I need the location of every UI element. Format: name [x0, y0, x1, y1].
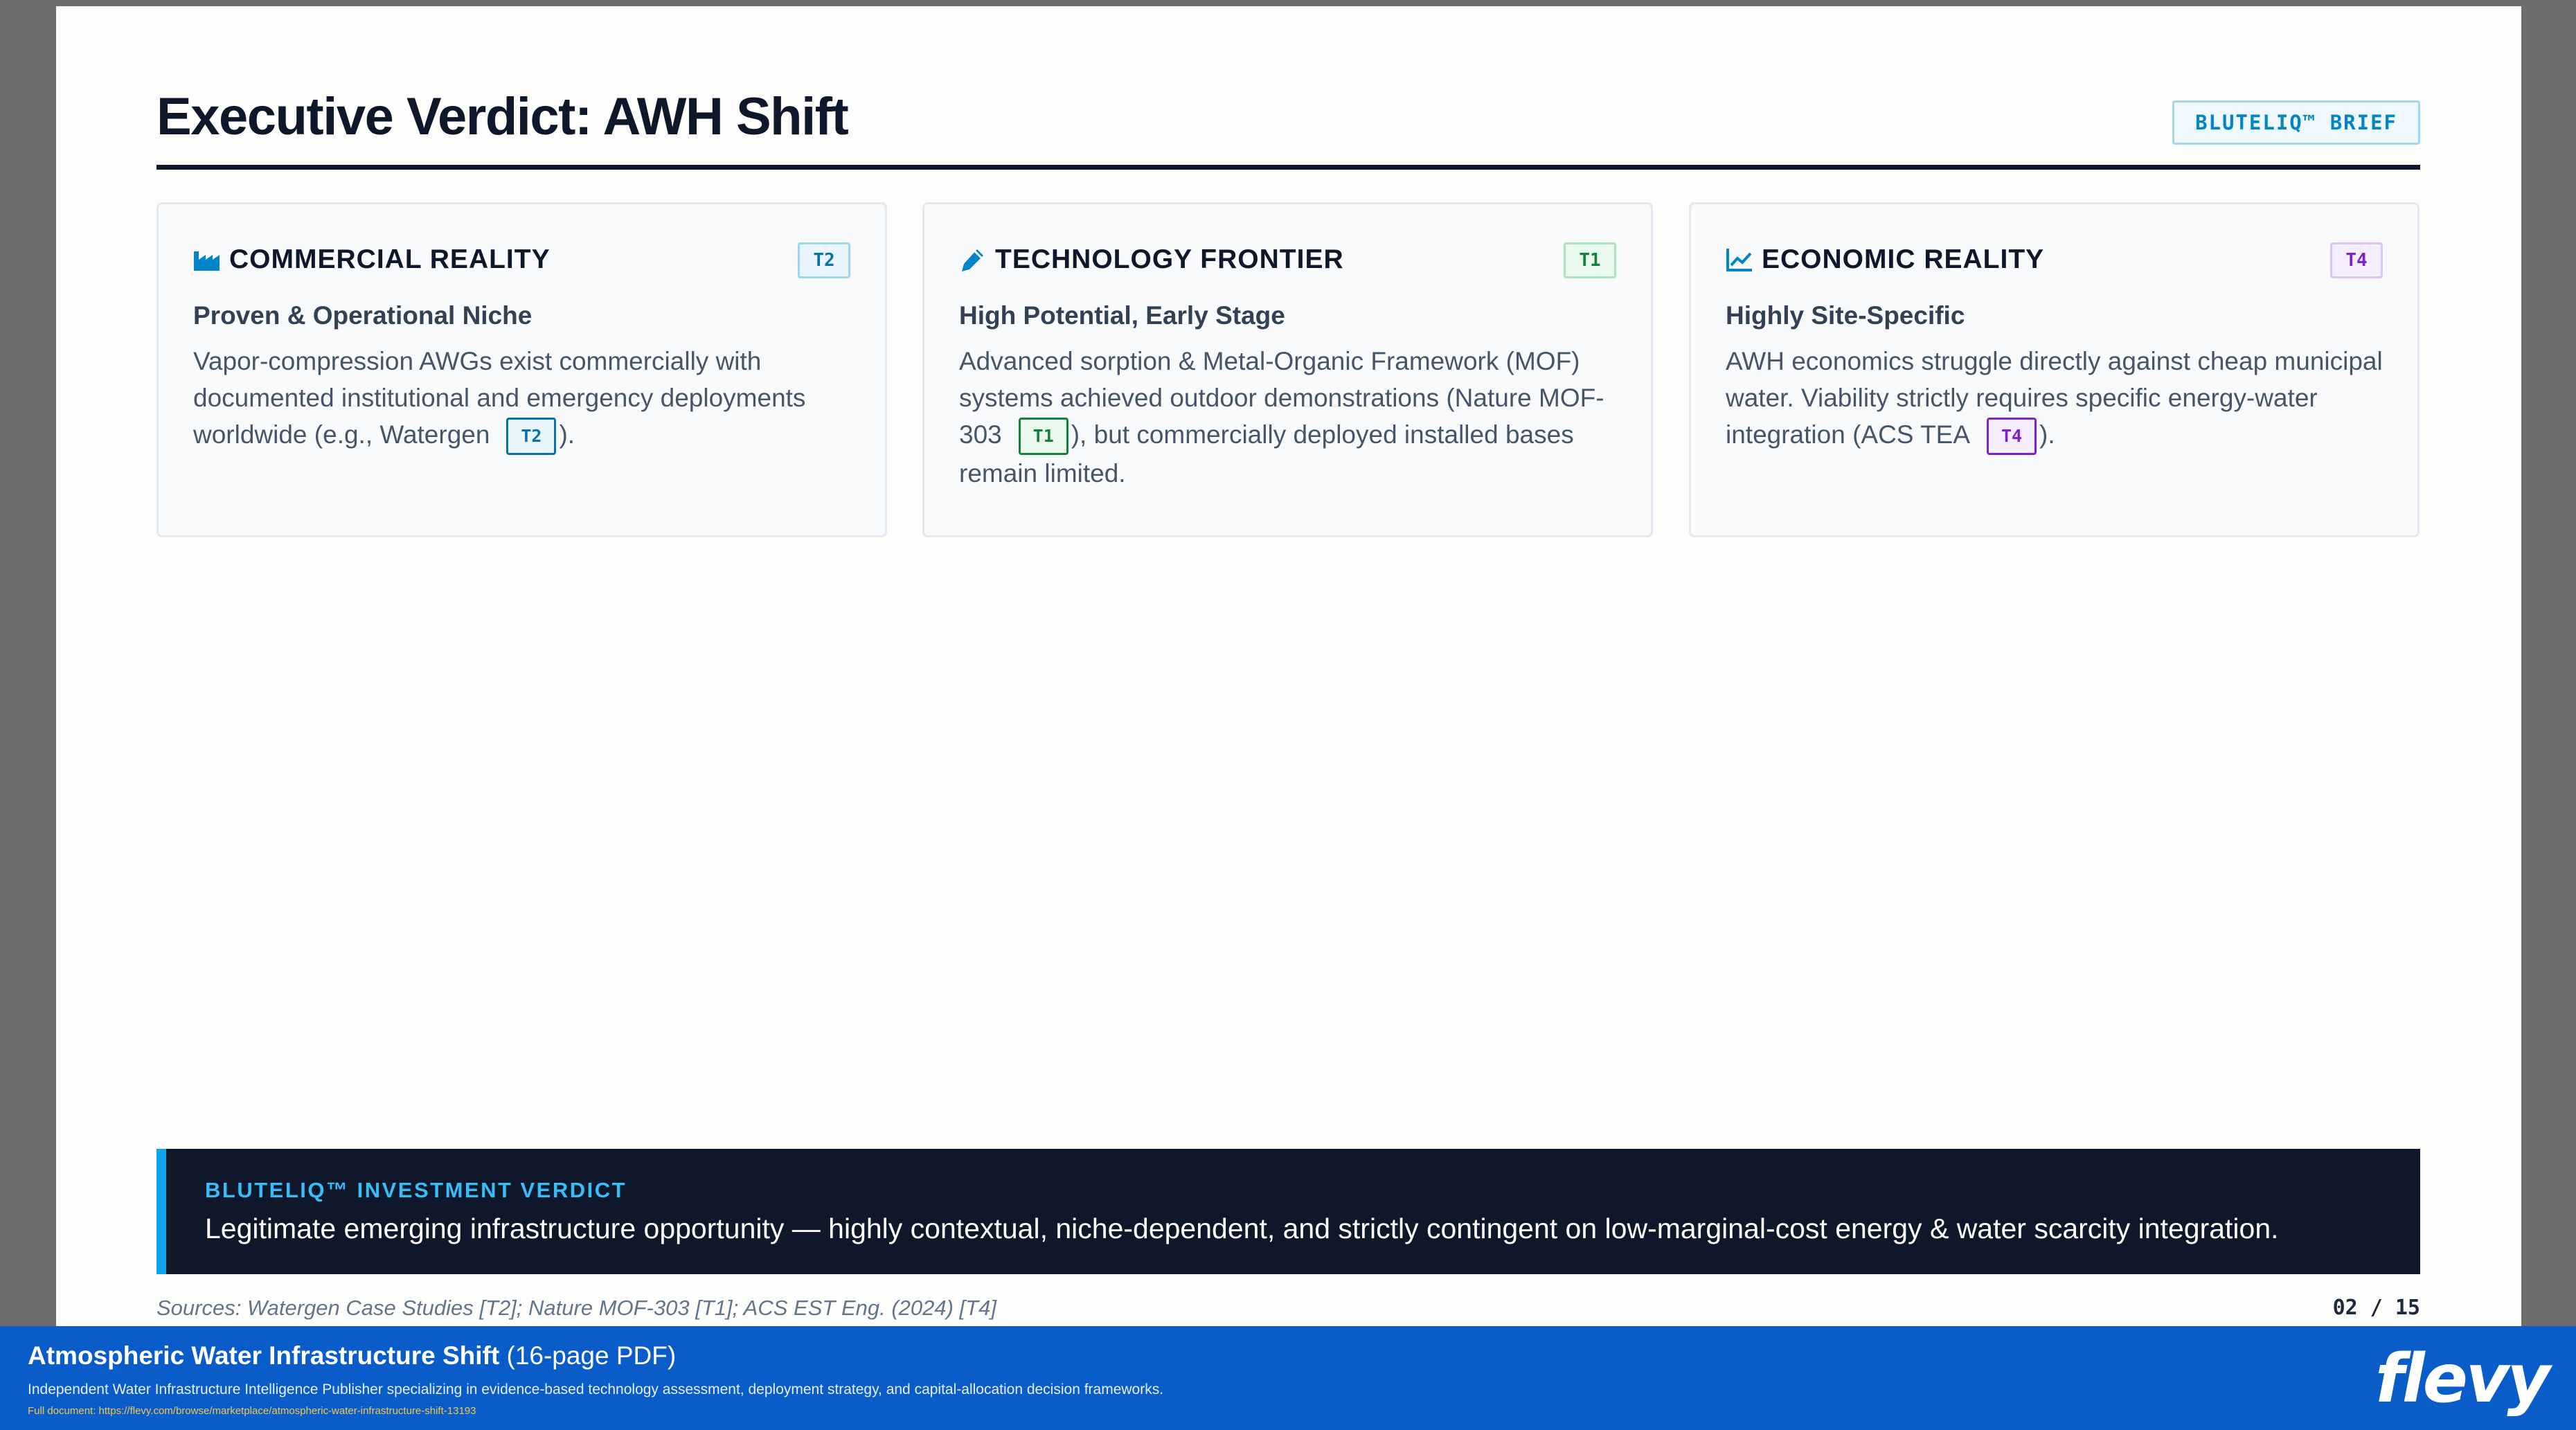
tier-tag: T1 [1564, 242, 1616, 278]
document-banner: Atmospheric Water Infrastructure Shift (… [0, 1326, 2576, 1430]
card-commercial-reality: COMMERCIAL REALITY T2 Proven & Operation… [156, 202, 887, 537]
flevy-logo[interactable]: flevy [2375, 1340, 2550, 1418]
page-title: Executive Verdict: AWH Shift [156, 87, 849, 146]
inline-tier-tag: T4 [1987, 418, 2037, 456]
card-body: Advanced sorption & Metal-Organic Framew… [959, 343, 1623, 492]
inline-tier-tag: T2 [506, 418, 557, 456]
card-body: Vapor-compression AWGs exist commerciall… [193, 343, 857, 456]
card-title: ECONOMIC REALITY [1762, 244, 2045, 274]
summary-cards: COMMERCIAL REALITY T2 Proven & Operation… [156, 202, 2420, 537]
card-subtitle: High Potential, Early Stage [959, 301, 1285, 330]
banner-description: Independent Water Infrastructure Intelli… [28, 1382, 1164, 1397]
banner-title-text[interactable]: Atmospheric Water Infrastructure Shift [28, 1341, 499, 1370]
card-header: COMMERCIAL REALITY T2 [193, 239, 850, 280]
slide: Executive Verdict: AWH Shift BLUTELIQ™ B… [56, 6, 2521, 1326]
investment-verdict: BLUTELIQ™ INVESTMENT VERDICT Legitimate … [156, 1149, 2420, 1274]
inline-tier-tag: T1 [1018, 418, 1068, 456]
card-body: AWH economics struggle directly against … [1726, 343, 2390, 456]
sources-note: Sources: Watergen Case Studies [T2]; Nat… [156, 1296, 996, 1320]
slide-header: Executive Verdict: AWH Shift BLUTELIQ™ B… [156, 81, 2420, 170]
card-header: TECHNOLOGY FRONTIER T1 [959, 239, 1616, 280]
card-body-text-end: ). [2039, 420, 2055, 449]
line-chart-icon [1726, 249, 1752, 271]
factory-icon [194, 251, 220, 271]
pen-icon [962, 249, 983, 271]
tier-tag: T2 [798, 242, 850, 278]
card-technology-frontier: TECHNOLOGY FRONTIER T1 High Potential, E… [922, 202, 1653, 537]
banner-title[interactable]: Atmospheric Water Infrastructure Shift (… [28, 1341, 676, 1370]
verdict-text: Legitimate emerging infrastructure oppor… [205, 1213, 2279, 1244]
card-title: TECHNOLOGY FRONTIER [995, 244, 1344, 274]
card-body-text: Vapor-compression AWGs exist commerciall… [193, 347, 806, 449]
card-subtitle: Highly Site-Specific [1726, 301, 1965, 330]
banner-link[interactable]: Full document: https://flevy.com/browse/… [28, 1405, 476, 1417]
page-number: 02 / 15 [2332, 1296, 2420, 1320]
tier-tag: T4 [2330, 242, 2383, 278]
card-body-text-end: ). [559, 420, 575, 449]
card-subtitle: Proven & Operational Niche [193, 301, 533, 330]
brief-badge: BLUTELIQ™ BRIEF [2172, 100, 2420, 145]
verdict-label: BLUTELIQ™ INVESTMENT VERDICT [205, 1178, 627, 1202]
banner-page-count: (16-page PDF) [506, 1341, 677, 1370]
card-header: ECONOMIC REALITY T4 [1726, 239, 2383, 280]
card-economic-reality: ECONOMIC REALITY T4 Highly Site-Specific… [1689, 202, 2420, 537]
card-title: COMMERCIAL REALITY [229, 244, 551, 274]
